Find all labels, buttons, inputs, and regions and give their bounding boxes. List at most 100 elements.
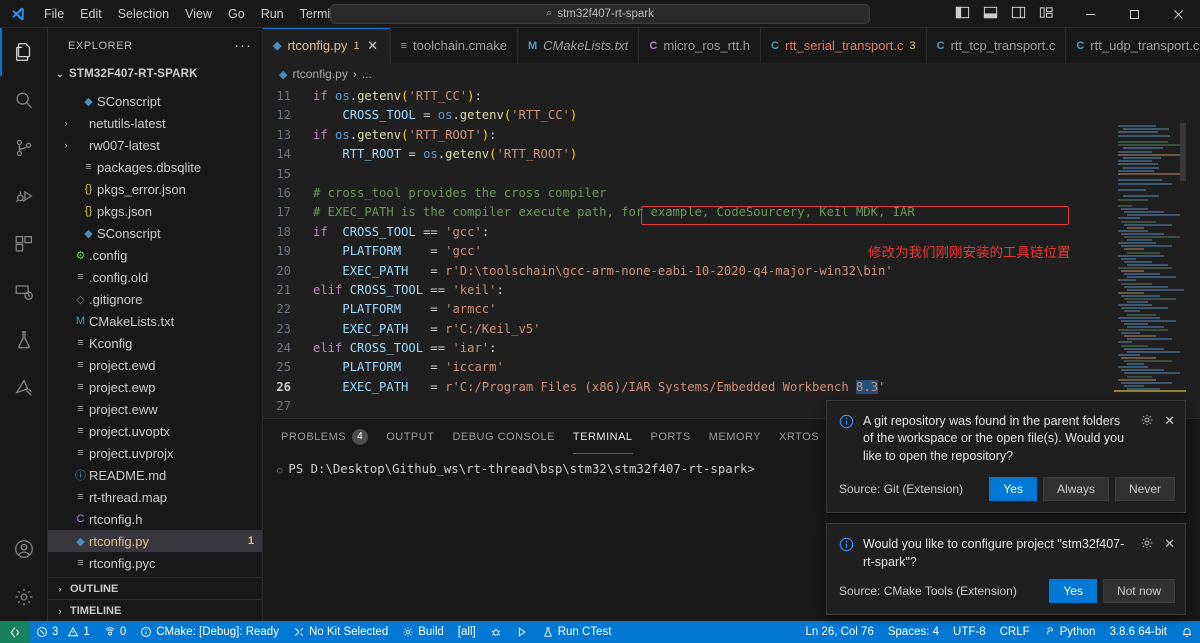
customize-layout-icon[interactable] bbox=[1039, 5, 1054, 23]
tree-item[interactable]: {} pkgs.json bbox=[48, 200, 262, 222]
tree-item[interactable]: ⚙ .config bbox=[48, 244, 262, 266]
cmake-yes-button[interactable]: Yes bbox=[1049, 579, 1097, 603]
git-never-button[interactable]: Never bbox=[1114, 477, 1175, 501]
editor-tab[interactable]: M CMakeLists.txt bbox=[517, 28, 640, 63]
sidebar-section-outline[interactable]: › OUTLINE bbox=[48, 577, 262, 599]
close-button[interactable] bbox=[1156, 0, 1200, 28]
gear-icon[interactable] bbox=[1140, 536, 1154, 553]
tree-item[interactable]: ≡ .config.old bbox=[48, 266, 262, 288]
activity-manage-settings-icon[interactable] bbox=[0, 573, 48, 621]
status-cmake-state[interactable]: CMake: [Debug]: Ready bbox=[133, 621, 286, 643]
editor-tab[interactable]: Crtt_udp_transport.c bbox=[1066, 28, 1200, 63]
tree-item[interactable]: ≡ packages.dbsqlite bbox=[48, 156, 262, 178]
editor-scrollbar[interactable] bbox=[1186, 85, 1200, 418]
gear-icon[interactable] bbox=[1140, 413, 1154, 430]
code-line[interactable]: 18 if CROSS_TOOL == 'gcc': bbox=[263, 223, 1114, 242]
minimap-slider[interactable] bbox=[1180, 123, 1186, 181]
git-yes-button[interactable]: Yes bbox=[989, 477, 1037, 501]
tree-item[interactable]: ◆ SConscript bbox=[48, 222, 262, 244]
status-ports[interactable]: 0 bbox=[97, 621, 133, 643]
code-line[interactable]: 21 elif CROSS_TOOL == 'keil': bbox=[263, 281, 1114, 300]
tree-item[interactable]: ≡ project.uvoptx bbox=[48, 420, 262, 442]
minimap[interactable] bbox=[1114, 85, 1186, 418]
tree-item[interactable]: ≡ project.ewd bbox=[48, 354, 262, 376]
status-debug[interactable] bbox=[483, 621, 509, 643]
toggle-primary-sidebar-icon[interactable] bbox=[955, 5, 970, 23]
git-always-button[interactable]: Always bbox=[1042, 477, 1109, 501]
panel-tab[interactable]: OUTPUT bbox=[386, 419, 434, 454]
code-line[interactable]: 25 PLATFORM = 'iccarm' bbox=[263, 358, 1114, 377]
tree-item[interactable]: ≡ project.ewp bbox=[48, 376, 262, 398]
editor-tab[interactable]: ≡ toolchain.cmake bbox=[390, 28, 518, 63]
activity-source-control-icon[interactable] bbox=[0, 124, 48, 172]
editor-tab[interactable]: ◆ rtconfig.py 1 ✕ bbox=[263, 28, 391, 63]
tree-item[interactable]: › netutils-latest bbox=[48, 112, 262, 134]
minimize-button[interactable] bbox=[1068, 0, 1112, 28]
breadcrumb-file[interactable]: rtconfig.py bbox=[292, 67, 347, 81]
workspace-folder-row[interactable]: ⌄ STM32F407-RT-SPARK bbox=[48, 63, 262, 85]
explorer-more-actions-icon[interactable]: ··· bbox=[234, 37, 252, 54]
activity-embedded-tools-icon[interactable] bbox=[0, 364, 48, 412]
status-eol[interactable]: CRLF bbox=[993, 621, 1037, 643]
sidebar-section-timeline[interactable]: › TIMELINE bbox=[48, 599, 262, 621]
menu-run[interactable]: Run bbox=[253, 4, 292, 24]
code-editor[interactable]: 11 if os.getenv('RTT_CC'): 12 CROSS_TOOL =… bbox=[263, 85, 1200, 418]
close-icon[interactable]: ✕ bbox=[1164, 413, 1175, 429]
code-line[interactable]: 12 CROSS_TOOL = os.getenv('RTT_CC') bbox=[263, 106, 1114, 125]
code-line[interactable]: 17 # EXEC_PATH is the compiler execute pa… bbox=[263, 203, 1114, 222]
status-cursor-position[interactable]: Ln 26, Col 76 bbox=[798, 621, 880, 643]
code-line[interactable]: 15 bbox=[263, 165, 1114, 184]
breadcrumb-rest[interactable]: ... bbox=[362, 67, 372, 81]
chevron-right-icon[interactable]: › bbox=[60, 118, 72, 128]
activity-explorer-icon[interactable] bbox=[0, 28, 48, 76]
code-line[interactable]: 23 EXEC_PATH = r'C:/Keil_v5' bbox=[263, 320, 1114, 339]
tree-item[interactable]: ≡ rt-thread.map bbox=[48, 486, 262, 508]
code-line[interactable]: 26 EXEC_PATH = r'C:/Program Files (x86)/… bbox=[263, 378, 1114, 397]
tree-item[interactable]: ⓘ README.md bbox=[48, 464, 262, 486]
editor-tab[interactable]: Crtt_serial_transport.c 3 bbox=[761, 28, 927, 63]
activity-search-icon[interactable] bbox=[0, 76, 48, 124]
activity-run-and-debug-icon[interactable] bbox=[0, 172, 48, 220]
tree-item[interactable]: ≡ rtconfig.pyc bbox=[48, 552, 262, 574]
status-encoding[interactable]: UTF-8 bbox=[946, 621, 993, 643]
tree-item[interactable]: ◆ SConscript bbox=[48, 90, 262, 112]
file-tree[interactable]: ◆ SConscript › netutils-latest › rw007-latest… bbox=[48, 85, 262, 577]
tree-item[interactable]: › rw007-latest bbox=[48, 134, 262, 156]
tree-item[interactable]: ≡ project.uvprojx bbox=[48, 442, 262, 464]
panel-tab[interactable]: DEBUG CONSOLE bbox=[452, 419, 554, 454]
activity-testing-icon[interactable] bbox=[0, 316, 48, 364]
menu-view[interactable]: View bbox=[177, 4, 220, 24]
maximize-button[interactable] bbox=[1112, 0, 1156, 28]
tree-item[interactable]: ≡ project.eww bbox=[48, 398, 262, 420]
status-build[interactable]: Build bbox=[395, 621, 451, 643]
activity-extensions-icon[interactable] bbox=[0, 220, 48, 268]
activity-accounts-icon[interactable] bbox=[0, 525, 48, 573]
status-build-target[interactable]: [all] bbox=[451, 621, 483, 643]
panel-tab[interactable]: XRTOS bbox=[779, 419, 819, 454]
status-launch[interactable] bbox=[509, 621, 535, 643]
status-language-mode[interactable]: Python bbox=[1037, 621, 1103, 643]
panel-tab[interactable]: PROBLEMS 4 bbox=[281, 419, 369, 454]
cmake-not-now-button[interactable]: Not now bbox=[1102, 579, 1175, 603]
menu-edit[interactable]: Edit bbox=[72, 4, 110, 24]
tree-item[interactable]: Crtconfig.h bbox=[48, 508, 262, 530]
panel-tab[interactable]: TERMINAL bbox=[572, 419, 633, 454]
panel-tab[interactable]: PORTS bbox=[651, 419, 691, 454]
status-python-interpreter[interactable]: 3.8.6 64-bit bbox=[1102, 621, 1174, 643]
menu-selection[interactable]: Selection bbox=[110, 4, 177, 24]
menu-file[interactable]: File bbox=[36, 4, 72, 24]
status-run-ctest[interactable]: Run CTest bbox=[535, 621, 619, 643]
activity-remote-explorer-icon[interactable] bbox=[0, 268, 48, 316]
status-remote-window[interactable] bbox=[0, 621, 29, 643]
status-errors-warnings[interactable]: 3 1 bbox=[29, 621, 97, 643]
code-line[interactable]: 16 # cross_tool provides the cross compil… bbox=[263, 184, 1114, 203]
tree-item-selected[interactable]: ◆ rtconfig.py 1 bbox=[48, 530, 262, 552]
tree-item[interactable]: {} pkgs_error.json bbox=[48, 178, 262, 200]
tree-item[interactable]: ≡rtthread.bin bbox=[48, 574, 262, 577]
toggle-secondary-sidebar-icon[interactable] bbox=[1011, 5, 1026, 23]
tree-item[interactable]: M CMakeLists.txt bbox=[48, 310, 262, 332]
code-line[interactable]: 20 EXEC_PATH = r'D:\toolschain\gcc-arm-n… bbox=[263, 262, 1114, 281]
code-line[interactable]: 13 if os.getenv('RTT_ROOT'): bbox=[263, 126, 1114, 145]
search-input[interactable]: ⌕ stm32f407-rt-spark bbox=[330, 3, 870, 24]
tree-item[interactable]: ≡ Kconfig bbox=[48, 332, 262, 354]
